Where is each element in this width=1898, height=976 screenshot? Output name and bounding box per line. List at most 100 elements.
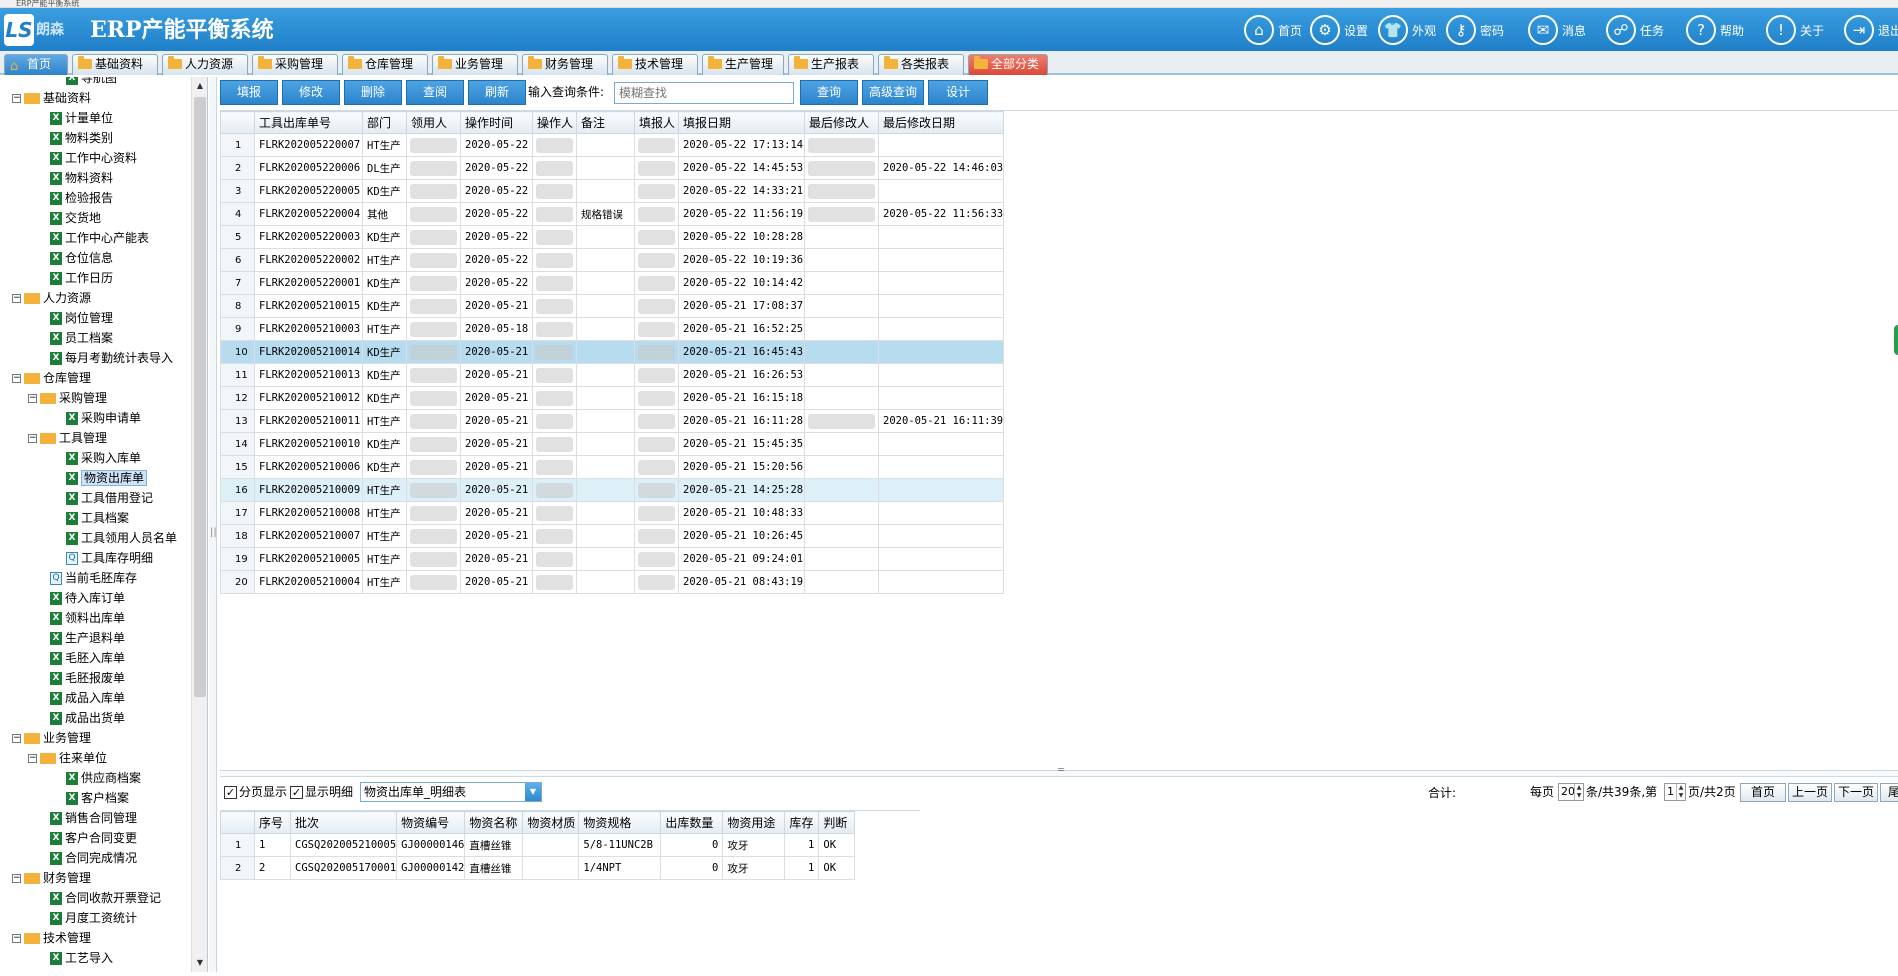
table-row[interactable]: 9 FLRK202005210003 HT生产 2020-05-18 2020-05-2…	[220, 317, 1005, 341]
header-button-exit[interactable]: ⇥ 退出	[1844, 13, 1898, 47]
tree-node[interactable]: X 计量单位	[50, 108, 113, 128]
tree-node[interactable]: X 采购申请单	[66, 408, 141, 428]
collapse-toggle-icon[interactable]: −	[12, 374, 21, 383]
table-row[interactable]: 13 FLRK202005210011 HT生产 2020-05-21 2020-05-…	[220, 409, 1005, 433]
spinner-icon[interactable]: ▲ ▼	[1574, 784, 1583, 800]
table-row[interactable]: 17 FLRK202005210008 HT生产 2020-05-21 2020-05-…	[220, 501, 1005, 525]
tab-0[interactable]: ⌂ 首页	[4, 54, 68, 75]
toolbar-right-button-0[interactable]: 查询	[800, 80, 858, 105]
tab-4[interactable]: 仓库管理	[342, 54, 428, 75]
header-button-info[interactable]: ! 关于	[1766, 13, 1836, 47]
tree-node[interactable]: − 业务管理	[12, 728, 91, 748]
column-header[interactable]: 物资编号	[396, 811, 466, 834]
toolbar-button-2[interactable]: 删除	[344, 80, 402, 105]
tree-node[interactable]: X 物资出库单	[66, 468, 148, 488]
table-row[interactable]: 20 FLRK202005210004 HT生产 2020-05-21 2020-05-…	[220, 570, 1005, 594]
tree-node[interactable]: − 往来单位	[28, 748, 107, 768]
column-header[interactable]	[220, 111, 255, 134]
tree-node[interactable]: − 采购管理	[28, 388, 107, 408]
column-header[interactable]: 出库数量	[660, 811, 724, 834]
toolbar-button-4[interactable]: 刷新	[468, 80, 526, 105]
tree-node[interactable]: X 供应商档案	[66, 768, 141, 788]
table-row[interactable]: 1 1 CGSQ202005210005 GJ00000146 直槽丝锥 5/8-11UN…	[220, 833, 856, 857]
column-header[interactable]: 工具出库单号	[254, 111, 363, 134]
column-header[interactable]: 最后修改日期	[877, 111, 1005, 134]
table-row[interactable]: 10 FLRK202005210014 KD生产 2020-05-21 2020-05-…	[220, 340, 1005, 364]
tree-node[interactable]: X 销售合同管理	[50, 808, 137, 828]
tree-node[interactable]: X 检验报告	[50, 188, 113, 208]
tab-11[interactable]: 全部分类	[968, 54, 1048, 75]
tree-node[interactable]: X 仓位信息	[50, 248, 113, 268]
table-row[interactable]: 11 FLRK202005210013 KD生产 2020-05-21 2020-05-…	[220, 363, 1005, 387]
pager-button-0[interactable]: 首页	[1740, 783, 1786, 802]
nav-tree-scrollbar[interactable]: ▲ ▼	[191, 77, 207, 972]
tree-node[interactable]: X 交货地	[50, 208, 101, 228]
collapse-toggle-icon[interactable]: −	[12, 734, 21, 743]
tab-5[interactable]: 业务管理	[432, 54, 518, 75]
table-row[interactable]: 5 FLRK202005220003 KD生产 2020-05-22 2020-05-2…	[220, 225, 1005, 249]
tree-node[interactable]: X 毛胚报废单	[50, 668, 125, 688]
collapse-toggle-icon[interactable]: −	[12, 934, 21, 943]
tree-node[interactable]: X 员工档案	[50, 328, 113, 348]
table-row[interactable]: 8 FLRK202005210015 KD生产 2020-05-21 2020-05-2…	[220, 294, 1005, 318]
header-button-task[interactable]: ☍ 任务	[1606, 13, 1676, 47]
tree-node[interactable]: Q 当前毛胚库存	[50, 568, 137, 588]
pager-button-3[interactable]: 尾页	[1880, 783, 1898, 802]
toolbar-button-3[interactable]: 查阅	[406, 80, 464, 105]
tree-node[interactable]: X 合同收款开票登记	[50, 888, 161, 908]
tree-node[interactable]: X 客户合同变更	[50, 828, 137, 848]
column-header[interactable]: 物资用途	[722, 811, 786, 834]
table-row[interactable]: 12 FLRK202005210012 KD生产 2020-05-21 2020-05-…	[220, 386, 1005, 410]
column-header[interactable]: 操作时间	[460, 111, 533, 134]
tree-node[interactable]: X 客户档案	[66, 788, 129, 808]
tab-8[interactable]: 生产管理	[702, 54, 784, 75]
table-row[interactable]: 4 FLRK202005220004 其他 2020-05-22 规格错误 2020-05…	[220, 202, 1005, 226]
pager-button-1[interactable]: 上一页	[1788, 783, 1832, 802]
tree-node[interactable]: − 技术管理	[12, 928, 91, 948]
toolbar-right-button-2[interactable]: 设计	[928, 80, 988, 105]
tree-node[interactable]: X 每月考勤统计表导入	[50, 348, 173, 368]
column-header[interactable]: 填报人	[634, 111, 679, 134]
tree-node[interactable]: X 工艺导入	[50, 948, 113, 968]
tree-node[interactable]: − 基础资料	[12, 88, 91, 108]
header-button-shirt[interactable]: 👕 外观	[1378, 13, 1440, 47]
column-header[interactable]: 部门	[362, 111, 407, 134]
paged-display-checkbox[interactable]: ✓ 分页显示	[224, 784, 287, 800]
tree-node[interactable]: − 仓库管理	[12, 368, 91, 388]
tab-3[interactable]: 采购管理	[252, 54, 338, 75]
column-header[interactable]: 物资材质	[522, 811, 580, 834]
toolbar-button-1[interactable]: 修改	[282, 80, 340, 105]
tab-2[interactable]: 人力资源	[162, 54, 248, 75]
per-page-input[interactable]: 20 ▲ ▼	[1558, 783, 1584, 801]
header-button-mail[interactable]: ✉ 消息	[1528, 13, 1598, 47]
pager-button-2[interactable]: 下一页	[1834, 783, 1878, 802]
scroll-thumb[interactable]	[194, 97, 206, 697]
tree-node[interactable]: X 导航图	[66, 77, 117, 88]
column-header[interactable]: 批次	[289, 811, 398, 834]
table-row[interactable]: 6 FLRK202005220002 HT生产 2020-05-22 2020-05-2…	[220, 248, 1005, 272]
column-header[interactable]: 领用人	[406, 111, 461, 134]
table-row[interactable]: 18 FLRK202005210007 HT生产 2020-05-21 2020-05-…	[220, 524, 1005, 548]
tree-node[interactable]: − 工具管理	[28, 428, 107, 448]
tree-node[interactable]: X 领料出库单	[50, 608, 125, 628]
toolbar-button-0[interactable]: 填报	[220, 80, 278, 105]
tree-node[interactable]: X 工作中心产能表	[50, 228, 149, 248]
column-header[interactable]: 操作人	[532, 111, 577, 134]
collapse-toggle-icon[interactable]: −	[28, 394, 37, 403]
tree-node[interactable]: X 成品入库单	[50, 688, 125, 708]
scroll-down-arrow-icon[interactable]: ▼	[194, 956, 206, 970]
toolbar-right-button-1[interactable]: 高级查询	[862, 80, 924, 105]
floating-handle[interactable]	[1894, 325, 1898, 355]
column-header[interactable]	[220, 811, 255, 834]
tree-node[interactable]: X 成品出货单	[50, 708, 125, 728]
header-button-gear[interactable]: ⚙ 设置	[1310, 13, 1372, 47]
header-button-help[interactable]: ? 帮助	[1686, 13, 1758, 47]
table-row[interactable]: 2 2 CGSQ202005170001 GJ00000142 直槽丝锥 1/4NPT 0 攻…	[220, 856, 856, 880]
table-row[interactable]: 14 FLRK202005210010 KD生产 2020-05-21 2020-05-…	[220, 432, 1005, 456]
tree-node[interactable]: X 物料资料	[50, 168, 113, 188]
scroll-up-arrow-icon[interactable]: ▲	[194, 79, 206, 93]
tree-node[interactable]: X 采购入库单	[66, 448, 141, 468]
collapse-toggle-icon[interactable]: −	[28, 754, 37, 763]
column-header[interactable]: 填报日期	[678, 111, 805, 134]
grid-splitter[interactable]: ═	[220, 765, 1898, 777]
